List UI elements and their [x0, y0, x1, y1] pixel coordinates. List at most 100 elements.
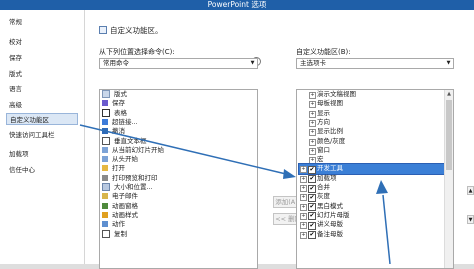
commands-list[interactable]: 版式 保存 表格 超链接... 撤消 垂直文本框 从当前幻灯片开始 从头开始 打… [99, 89, 258, 269]
tree-group-item[interactable]: + 母板视图 [299, 99, 444, 109]
action-icon [102, 221, 108, 228]
customize-ribbon-panel: 自定义功能区。 从下列位置选择命令(C): i 常用命令 ▼ 版式 保存 表格 … [84, 10, 474, 269]
choose-commands-combo[interactable]: 常用命令 ▼ [99, 58, 258, 69]
checkbox[interactable]: ✔ [308, 175, 316, 184]
tree-tab-item[interactable]: + ✔ 加载项 [299, 174, 444, 184]
list-item[interactable]: 大小和位置... [102, 183, 153, 192]
table-icon [102, 108, 110, 117]
list-item[interactable]: 垂直文本框 [102, 136, 147, 146]
nav-item-save[interactable]: 保存 [9, 52, 22, 64]
nav-item-quick-access-toolbar[interactable]: 快速访问工具栏 [9, 129, 55, 141]
list-item[interactable]: 动画窗格 [102, 202, 138, 211]
slideshow-current-icon [102, 146, 108, 153]
customize-ribbon-combo[interactable]: 主选项卡 ▼ [296, 58, 454, 69]
expand-icon: + [300, 203, 307, 211]
options-dialog: 常规 校对 保存 版式 语言 高级 自定义功能区 快速访问工具栏 加载项 信任中… [0, 10, 474, 269]
vertical-textbox-icon [102, 136, 110, 145]
nav-item-advanced[interactable]: 高级 [9, 99, 22, 111]
animation-styles-icon [102, 211, 108, 218]
checkbox[interactable]: ✔ [308, 193, 316, 202]
chevron-down-icon: ▼ [250, 60, 255, 66]
checkbox[interactable]: ✔ [308, 212, 316, 221]
tree-tab-item[interactable]: + ✔ 黑白模式 [299, 202, 444, 212]
nav-item-language[interactable]: 语言 [9, 83, 22, 95]
customize-ribbon-label: 自定义功能区(B): [296, 48, 351, 56]
choose-commands-label: 从下列位置选择命令(C): [99, 48, 175, 56]
scroll-up-icon[interactable]: ▲ [445, 90, 453, 98]
tree-tab-item[interactable]: + ✔ 幻灯片母版 [299, 211, 444, 221]
save-icon [102, 100, 108, 107]
list-item[interactable]: 从头开始 [102, 155, 138, 164]
choose-commands-value: 常用命令 [103, 59, 129, 67]
tree-group-item[interactable]: + 显示比例 [299, 127, 444, 137]
list-item[interactable]: 动作 [102, 220, 125, 229]
expand-icon: + [309, 101, 316, 109]
nav-item-proofing[interactable]: 校对 [9, 36, 22, 48]
expand-icon: + [300, 231, 307, 239]
tree-group-item[interactable]: + 窗口 [299, 146, 444, 155]
expand-icon: + [309, 129, 316, 137]
tree-scrollbar[interactable]: ▲ [444, 90, 453, 268]
move-down-button[interactable]: ▼ [467, 215, 474, 224]
options-nav: 常规 校对 保存 版式 语言 高级 自定义功能区 快速访问工具栏 加载项 信任中… [0, 10, 85, 264]
tree-group-item[interactable]: + 显示 [299, 109, 444, 118]
expand-icon: + [300, 222, 307, 230]
tree-group-item[interactable]: + 方向 [299, 118, 444, 127]
slideshow-start-icon [102, 156, 108, 163]
checkbox[interactable]: ✔ [308, 221, 316, 230]
page-title: 自定义功能区。 [110, 26, 163, 35]
nav-item-add-ins[interactable]: 加载项 [9, 148, 29, 160]
tree-tab-item[interactable]: + ✔ 备注母版 [299, 230, 444, 239]
expand-icon: + [300, 166, 307, 174]
scroll-thumb[interactable] [446, 100, 452, 170]
expand-icon: + [300, 194, 307, 202]
list-item[interactable]: 从当前幻灯片开始 [102, 146, 164, 155]
print-preview-icon [102, 174, 108, 181]
expand-icon: + [309, 110, 316, 118]
list-item[interactable]: 打印预览和打印 [102, 174, 158, 183]
chevron-down-icon: ▼ [446, 60, 451, 66]
animation-pane-icon [102, 202, 108, 209]
expand-icon: + [309, 157, 316, 165]
expand-icon: + [309, 147, 316, 155]
email-icon [102, 193, 108, 200]
nav-item-layout[interactable]: 版式 [9, 68, 22, 80]
move-up-button[interactable]: ▲ [467, 186, 474, 195]
customize-ribbon-value: 主选项卡 [300, 59, 326, 67]
tree-tab-item[interactable]: + ✔ 讲义母版 [299, 220, 444, 230]
list-item[interactable]: 表格 [102, 108, 127, 118]
list-item[interactable]: 超链接... [102, 118, 138, 127]
nav-item-trust-center[interactable]: 信任中心 [9, 164, 35, 176]
open-folder-icon [102, 165, 108, 172]
list-item[interactable]: 复制 [102, 229, 127, 239]
list-item[interactable]: 打开 [102, 164, 125, 173]
tree-group-item[interactable]: + 宏 [299, 155, 444, 165]
nav-item-general[interactable]: 常规 [9, 16, 22, 28]
layout-icon [102, 90, 110, 98]
expand-icon: + [309, 119, 316, 127]
customize-ribbon-icon [99, 26, 107, 34]
expand-icon: + [300, 175, 307, 183]
list-item[interactable]: 电子邮件 [102, 192, 138, 201]
copy-icon [102, 229, 110, 238]
nav-item-customize-ribbon[interactable]: 自定义功能区 [6, 113, 78, 125]
expand-icon: + [300, 212, 307, 220]
checkbox[interactable]: ✔ [308, 203, 316, 212]
tree-tab-item[interactable]: + ✔ 合并 [299, 183, 444, 193]
list-item[interactable]: 动画样式 [102, 211, 138, 220]
expand-icon: + [309, 92, 316, 99]
checkbox[interactable]: ✔ [308, 184, 316, 193]
tree-group-item[interactable]: + 演示文稿视图 [299, 90, 444, 99]
checkbox[interactable]: ✔ [308, 231, 316, 239]
tree-tab-developer[interactable]: + ✔ 开发工具 [298, 163, 445, 175]
window-title: PowerPoint 选项 [0, 0, 474, 10]
checkbox[interactable]: ✔ [308, 165, 316, 174]
tree-tab-item[interactable]: + ✔ 灰度 [299, 192, 444, 202]
ribbon-tabs-tree[interactable]: + 演示文稿视图 + 母板视图 + 显示 + 方向 + 显示比例 + 颜色/灰度 + 窗口 +… [296, 89, 454, 269]
list-item[interactable]: 撤消 [102, 127, 125, 136]
hyperlink-icon [102, 118, 108, 125]
list-item[interactable]: 保存 [102, 99, 125, 108]
expand-icon: + [309, 138, 316, 146]
list-item[interactable]: 版式 [102, 90, 127, 99]
tree-group-item[interactable]: + 颜色/灰度 [299, 137, 444, 146]
